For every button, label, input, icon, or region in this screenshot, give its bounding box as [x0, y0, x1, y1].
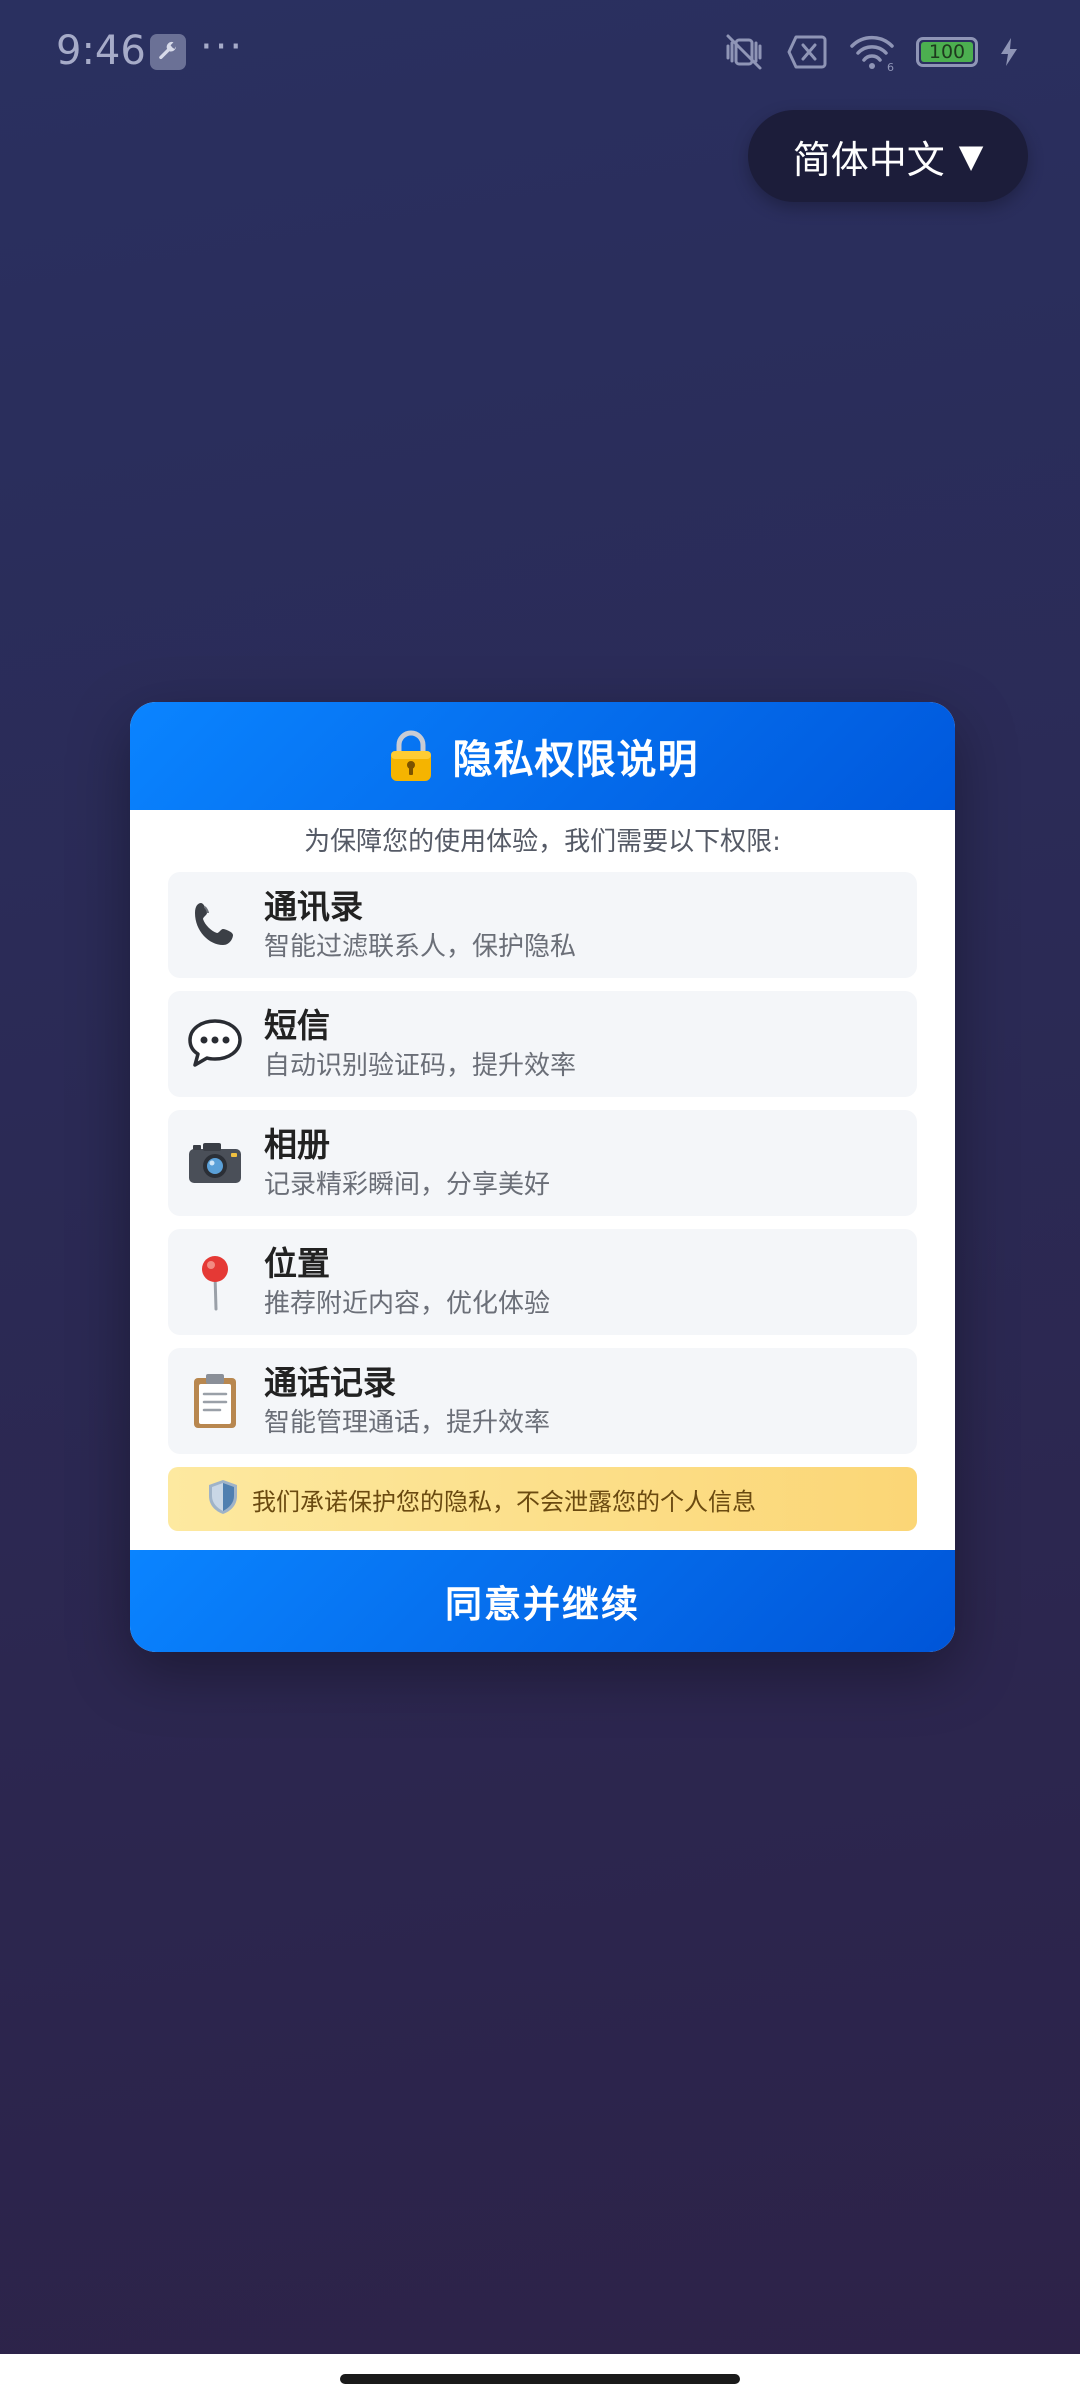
camera-icon — [184, 1132, 246, 1194]
home-indicator[interactable] — [340, 2374, 740, 2384]
clipboard-icon — [184, 1370, 246, 1432]
lock-icon — [387, 729, 435, 783]
permission-desc: 智能过滤联系人，保护隐私 — [264, 932, 577, 962]
status-icons: 6 100 — [722, 30, 1020, 74]
location-pin-icon — [184, 1251, 246, 1313]
language-selector[interactable]: 简体中文 ▼ — [748, 110, 1028, 202]
permission-desc: 记录精彩瞬间，分享美好 — [264, 1170, 551, 1200]
language-label: 简体中文 — [792, 137, 945, 182]
dialog-subtitle: 为保障您的使用体验，我们需要以下权限: — [304, 827, 781, 857]
dialog-title: 隐私权限说明 — [452, 737, 699, 783]
agree-continue-button[interactable]: 同意并继续 — [130, 1550, 955, 1652]
permission-item-contacts: 通讯录 智能过滤联系人，保护隐私 — [168, 872, 917, 978]
permission-title: 短信 — [264, 1006, 330, 1045]
status-time: 9:46 — [56, 28, 146, 74]
wifi-icon: 6 — [848, 32, 896, 72]
privacy-promise-banner: 我们承诺保护您的隐私，不会泄露您的个人信息 — [168, 1467, 917, 1531]
promise-text: 我们承诺保护您的隐私，不会泄露您的个人信息 — [252, 1487, 756, 1516]
wrench-icon — [150, 34, 186, 70]
permission-title: 通讯录 — [264, 887, 363, 926]
svg-text:6: 6 — [887, 61, 894, 72]
privacy-dialog: 隐私权限说明 为保障您的使用体验，我们需要以下权限: 通讯录 智能过滤联系人，保… — [130, 702, 955, 1652]
status-bar: 9:46 ··· 6 100 — [0, 0, 1080, 104]
battery-icon: 100 — [916, 37, 978, 67]
battery-level: 100 — [928, 41, 966, 63]
permission-list: 通讯录 智能过滤联系人，保护隐私 短信 自动识别验证码，提升效率 相册 记录精彩… — [130, 872, 955, 1454]
more-notifications-icon: ··· — [200, 24, 245, 70]
permission-item-call-log: 通话记录 智能管理通话，提升效率 — [168, 1348, 917, 1454]
speech-bubble-icon — [184, 1013, 246, 1075]
permission-item-location: 位置 推荐附近内容，优化体验 — [168, 1229, 917, 1335]
permission-item-sms: 短信 自动识别验证码，提升效率 — [168, 991, 917, 1097]
permission-desc: 自动识别验证码，提升效率 — [264, 1051, 577, 1081]
no-sim-icon — [786, 34, 828, 70]
charging-icon — [998, 36, 1020, 68]
shield-icon — [206, 1478, 240, 1520]
vibrate-off-icon — [722, 32, 766, 72]
permission-desc: 推荐附近内容，优化体验 — [264, 1289, 551, 1319]
navigation-bar — [0, 2354, 1080, 2400]
dropdown-arrow-icon: ▼ — [958, 137, 984, 175]
permission-desc: 智能管理通话，提升效率 — [264, 1408, 551, 1438]
permission-title: 位置 — [264, 1244, 330, 1283]
permission-item-album: 相册 记录精彩瞬间，分享美好 — [168, 1110, 917, 1216]
dialog-header: 隐私权限说明 — [130, 702, 955, 810]
permission-title: 通话记录 — [264, 1363, 396, 1402]
phone-icon — [184, 894, 246, 956]
permission-title: 相册 — [264, 1125, 330, 1164]
